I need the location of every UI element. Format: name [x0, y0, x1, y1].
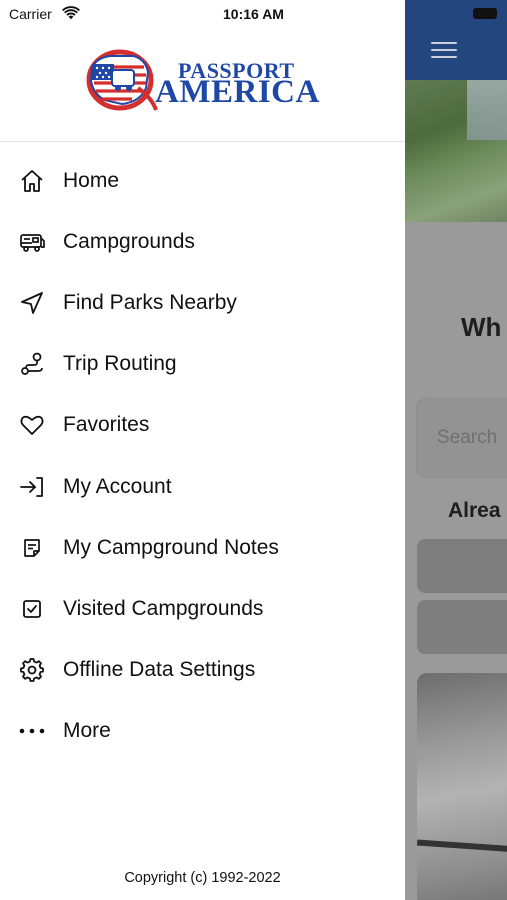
checkbox-icon [23, 600, 41, 618]
menu-item-find-parks-nearby[interactable]: Find Parks Nearby [0, 272, 405, 333]
menu-item-favorites[interactable]: Favorites [0, 395, 405, 456]
status-time: 10:16 AM [223, 6, 284, 22]
menu-label: My Account [63, 474, 172, 498]
location-arrow-icon [21, 292, 43, 314]
background-search-placeholder: Search [437, 427, 498, 448]
menu-item-my-campground-notes[interactable]: My Campground Notes [0, 517, 405, 578]
note-icon [24, 538, 40, 557]
status-bar: Carrier 10:16 AM [0, 0, 405, 30]
sign-in-icon [20, 476, 43, 497]
home-icon [21, 169, 43, 192]
menu-label: Find Parks Nearby [63, 290, 237, 314]
background-already-text: Alrea [448, 499, 501, 522]
menu-label: Favorites [63, 413, 150, 437]
menu-item-more[interactable]: More [0, 701, 405, 762]
menu-item-campgrounds[interactable]: Campgrounds [0, 211, 405, 272]
menu-item-home[interactable]: Home [0, 150, 405, 211]
header-divider [0, 141, 405, 142]
background-screen[interactable]: Wh Search Alrea [405, 0, 507, 900]
menu-item-my-account[interactable]: My Account [0, 456, 405, 517]
logo-text-america: AMERICA [155, 74, 320, 110]
drawer-menu: Home Campgrounds Find Parks Nearby Trip … [0, 150, 405, 762]
app-screen: Wh Search Alrea Carrier 10:16 AM PASSPOR… [0, 0, 507, 900]
side-drawer: Carrier 10:16 AM PASSPORT AMERICA Home C… [0, 0, 405, 900]
background-heading: Wh [461, 312, 502, 342]
menu-item-offline-data-settings[interactable]: Offline Data Settings [0, 640, 405, 701]
menu-label: Offline Data Settings [63, 658, 256, 682]
heart-icon [20, 416, 44, 436]
logo-globe-icon [86, 49, 158, 111]
menu-label: More [63, 719, 111, 743]
background-button[interactable] [417, 539, 507, 593]
hamburger-menu-icon[interactable] [431, 42, 457, 60]
background-search-field[interactable]: Search [416, 398, 507, 478]
more-dots-icon [19, 728, 45, 734]
route-icon [21, 352, 43, 376]
hero-image [405, 80, 507, 222]
copyright-text: Copyright (c) 1992-2022 [124, 870, 281, 886]
passport-america-logo: PASSPORT AMERICA [86, 48, 320, 112]
background-button[interactable] [417, 600, 507, 654]
gear-icon [20, 658, 44, 682]
background-photo [416, 673, 507, 900]
menu-label: My Campground Notes [63, 535, 279, 559]
menu-label: Visited Campgrounds [63, 596, 264, 620]
menu-label: Home [63, 168, 120, 192]
rv-icon [20, 233, 45, 252]
menu-item-trip-routing[interactable]: Trip Routing [0, 334, 405, 395]
menu-label: Trip Routing [63, 352, 177, 376]
menu-item-visited-campgrounds[interactable]: Visited Campgrounds [0, 578, 405, 639]
menu-label: Campgrounds [63, 229, 195, 253]
